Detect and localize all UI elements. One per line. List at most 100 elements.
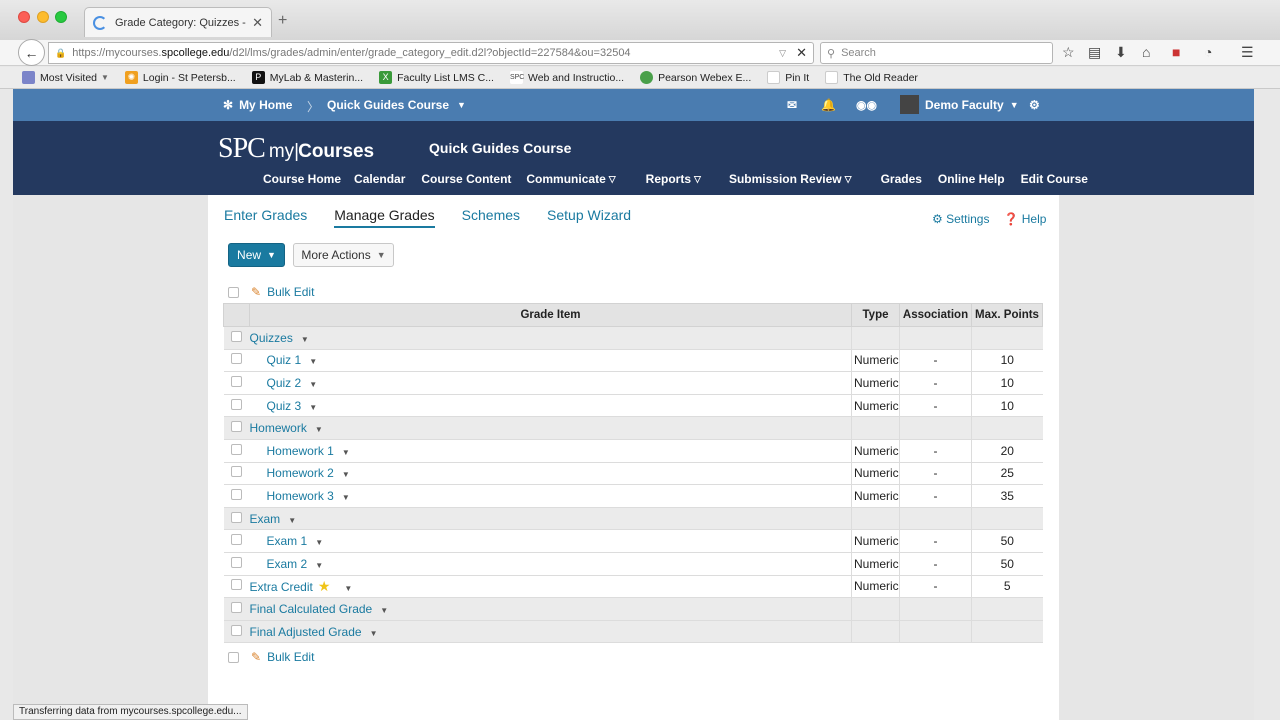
tab-enter-grades[interactable]: Enter Grades <box>224 207 307 228</box>
new-tab-icon[interactable]: + <box>278 12 287 30</box>
url-dropdown-icon[interactable]: ▽ <box>779 48 786 59</box>
grade-item-link[interactable]: Final Adjusted Grade <box>250 625 362 639</box>
url-bar[interactable]: 🔒 https://mycourses.spcollege.edu/d2l/lm… <box>48 42 814 64</box>
grade-item-link[interactable]: Quiz 3 <box>267 399 302 413</box>
tab-schemes[interactable]: Schemes <box>462 207 520 228</box>
grade-item-link[interactable]: Exam <box>250 512 281 526</box>
message-icon[interactable]: ✉ <box>787 98 797 112</box>
grade-item-link[interactable]: Quiz 1 <box>267 353 302 367</box>
chevron-down-icon[interactable]: ▼ <box>315 538 323 547</box>
maximize-window-button[interactable] <box>55 11 67 23</box>
stop-loading-icon[interactable]: ✕ <box>796 45 807 61</box>
search-placeholder: Search <box>841 47 876 59</box>
reading-list-icon[interactable]: ▤ <box>1088 44 1101 61</box>
nav-reports[interactable]: Reports ▽ <box>646 172 701 186</box>
row-checkbox[interactable] <box>231 511 242 523</box>
new-button[interactable]: New ▼ <box>228 243 285 267</box>
more-actions-button[interactable]: More Actions ▼ <box>293 243 394 267</box>
chevron-down-icon[interactable]: ▼ <box>288 516 296 525</box>
bookmark-item[interactable]: X Faculty List LMS C... <box>379 71 494 84</box>
row-checkbox[interactable] <box>231 601 242 613</box>
close-window-button[interactable] <box>18 11 30 23</box>
row-checkbox[interactable] <box>231 488 242 500</box>
row-checkbox[interactable] <box>231 353 242 365</box>
chevron-down-icon[interactable]: ▼ <box>301 335 309 344</box>
menu-icon[interactable]: ☰ <box>1241 44 1254 61</box>
row-checkbox[interactable] <box>231 579 242 591</box>
back-button[interactable]: ← <box>18 39 45 66</box>
tab-setup-wizard[interactable]: Setup Wizard <box>547 207 631 228</box>
extension-icon[interactable]: ■ <box>1172 44 1180 60</box>
nav-grades[interactable]: Grades <box>881 172 922 186</box>
nav-edit-course[interactable]: Edit Course <box>1021 172 1088 186</box>
row-checkbox[interactable] <box>231 624 242 636</box>
chevron-down-icon[interactable]: ▼ <box>309 357 317 366</box>
row-checkbox[interactable] <box>231 534 242 546</box>
chevron-down-icon[interactable]: ▼ <box>315 561 323 570</box>
chevron-down-icon[interactable]: ▼ <box>309 380 317 389</box>
grade-item-link[interactable]: Homework 1 <box>267 444 334 458</box>
home-icon[interactable]: ⌂ <box>1142 44 1150 60</box>
chevron-down-icon[interactable]: ▼ <box>309 403 317 412</box>
nav-online-help[interactable]: Online Help <box>938 172 1005 186</box>
bookmark-item[interactable]: The Old Reader <box>825 71 918 84</box>
chevron-down-icon[interactable]: ▼ <box>342 470 350 479</box>
row-checkbox[interactable] <box>231 421 242 433</box>
chevron-down-icon[interactable]: ▼ <box>315 425 323 434</box>
nav-calendar[interactable]: Calendar <box>354 172 405 186</box>
row-checkbox[interactable] <box>231 443 242 455</box>
grade-item-link[interactable]: Quiz 2 <box>267 376 302 390</box>
bookmark-item[interactable]: P MyLab & Masterin... <box>251 71 363 84</box>
chevron-down-icon[interactable]: ▼ <box>342 493 350 502</box>
browser-tab[interactable]: Grade Category: Quizzes - ... ✕ <box>84 7 272 37</box>
bookmark-item[interactable]: Most Visited ▼ <box>22 71 109 84</box>
search-input[interactable]: ⚲ Search <box>820 42 1053 64</box>
user-menu[interactable]: Demo Faculty ▼ <box>900 95 1019 114</box>
nav-course-home[interactable]: Course Home <box>263 172 341 186</box>
bookmark-item[interactable]: SPC Web and Instructio... <box>509 71 624 84</box>
my-home-link[interactable]: ✻ My Home <box>223 98 292 112</box>
row-checkbox[interactable] <box>231 556 242 568</box>
chevron-down-icon[interactable]: ▼ <box>380 606 388 615</box>
grade-item-link[interactable]: Homework 3 <box>267 489 334 503</box>
grade-item-link[interactable]: Extra Credit <box>250 580 313 594</box>
nav-submission-review[interactable]: Submission Review ▽ <box>729 172 852 186</box>
download-icon[interactable]: ⬇ <box>1115 44 1127 61</box>
subscriptions-icon[interactable]: ◉◉ <box>856 98 877 112</box>
spc-logo-icon: SPC <box>509 71 524 84</box>
minimize-window-button[interactable] <box>37 11 49 23</box>
gear-icon[interactable]: ⚙ <box>1029 98 1040 112</box>
settings-link[interactable]: ⚙ Settings <box>932 212 989 226</box>
bookmark-item[interactable]: ✺ Login - St Petersb... <box>124 71 236 84</box>
nav-communicate[interactable]: Communicate ▽ <box>526 172 615 186</box>
nav-course-content[interactable]: Course Content <box>421 172 511 186</box>
notifications-icon[interactable]: 🔔 <box>821 98 836 112</box>
chevron-down-icon[interactable]: ▼ <box>370 629 378 638</box>
chevron-down-icon[interactable]: ▼ <box>342 448 350 457</box>
close-tab-icon[interactable]: ✕ <box>252 15 263 31</box>
bookmark-item[interactable]: Pin It <box>767 71 809 84</box>
bulk-edit-link[interactable]: Bulk Edit <box>267 285 314 299</box>
bookmark-star-icon[interactable]: ☆ <box>1062 44 1075 61</box>
grade-item-link[interactable]: Homework <box>250 421 307 435</box>
row-checkbox[interactable] <box>231 375 242 387</box>
grade-item-link[interactable]: Quizzes <box>250 331 293 345</box>
bulk-edit-link[interactable]: Bulk Edit <box>267 650 314 664</box>
tab-manage-grades[interactable]: Manage Grades <box>334 207 435 228</box>
grade-item-link[interactable]: Exam 2 <box>267 557 308 571</box>
help-link[interactable]: ❓ Help <box>1003 212 1046 226</box>
row-checkbox[interactable] <box>231 398 242 410</box>
chevron-down-icon[interactable]: ▼ <box>344 584 352 593</box>
row-checkbox[interactable] <box>231 466 242 478</box>
spc-mycourses-logo[interactable]: SPC my|Courses <box>218 133 374 165</box>
course-selector[interactable]: Quick Guides Course ▼ <box>327 98 466 112</box>
select-all-checkbox[interactable] <box>228 286 239 298</box>
row-checkbox[interactable] <box>231 330 242 342</box>
max-points-cell: 50 <box>971 551 1043 576</box>
sync-icon[interactable]: ◔ <box>1204 44 1212 60</box>
select-all-checkbox[interactable] <box>228 651 239 663</box>
grade-item-link[interactable]: Exam 1 <box>267 534 308 548</box>
bookmark-item[interactable]: Pearson Webex E... <box>640 71 751 84</box>
grade-item-link[interactable]: Homework 2 <box>267 466 334 480</box>
grade-item-link[interactable]: Final Calculated Grade <box>250 602 373 616</box>
